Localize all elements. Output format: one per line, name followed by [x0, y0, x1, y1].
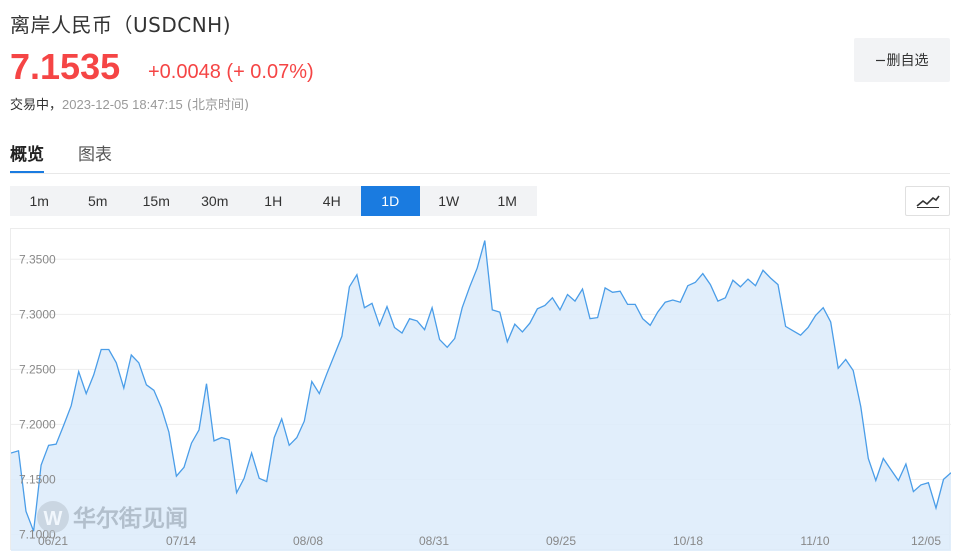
y-tick-label: 7.2500	[19, 362, 56, 376]
chart-type-button[interactable]	[905, 186, 950, 216]
period-1h[interactable]: 1H	[244, 186, 303, 216]
remove-from-watchlist-button[interactable]: 删自选	[854, 38, 950, 82]
line-chart-icon	[915, 195, 940, 208]
current-price: 7.1535	[10, 46, 121, 87]
tab-chart[interactable]: 图表	[78, 140, 112, 174]
period-5m[interactable]: 5m	[69, 186, 128, 216]
period-1w[interactable]: 1W	[420, 186, 479, 216]
y-tick-label: 7.3000	[19, 307, 56, 321]
period-1d[interactable]: 1D	[361, 186, 420, 216]
tab-overview[interactable]: 概览	[10, 140, 44, 174]
x-tick-label: 12/05	[911, 534, 941, 548]
remove-from-watchlist-label: 删自选	[886, 53, 929, 69]
trading-status: 交易中，	[10, 98, 63, 113]
y-tick-label: 7.3500	[19, 252, 56, 266]
timezone-label: (北京时间)	[186, 98, 250, 113]
x-tick-label: 11/10	[800, 534, 829, 548]
period-30m[interactable]: 30m	[186, 186, 245, 216]
x-tick-label: 07/14	[166, 534, 196, 548]
watermark-text: 华尔街见闻	[73, 505, 188, 532]
trading-status-row: 交易中，2023-12-05 18:47:15 (北京时间)	[10, 94, 249, 113]
page-title: 离岸人民币（USDCNH)	[10, 13, 232, 37]
x-tick-label: 06/21	[38, 534, 68, 548]
x-tick-label: 09/25	[546, 534, 576, 548]
x-tick-label: 10/18	[673, 534, 703, 548]
tabs-divider	[10, 173, 950, 174]
period-4h[interactable]: 4H	[303, 186, 362, 216]
x-tick-label: 08/08	[293, 534, 323, 548]
minus-icon	[875, 59, 885, 61]
period-15m[interactable]: 15m	[127, 186, 186, 216]
price-change: +0.0048 (+ 0.07%)	[148, 61, 314, 83]
period-1mo[interactable]: 1M	[478, 186, 537, 216]
price-chart-panel: 7.1000 7.1500 7.2000 7.2500 7.3000 7.3500 06/…	[10, 228, 951, 551]
period-1m[interactable]: 1m	[10, 186, 69, 216]
x-tick-label: 08/31	[419, 534, 449, 548]
main-tabs: 概览 图表	[10, 140, 112, 174]
y-tick-label: 7.2000	[19, 417, 56, 431]
period-selector: 1m 5m 15m 30m 1H 4H 1D 1W 1M	[10, 186, 537, 216]
last-update-timestamp: 2023-12-05 18:47:15	[62, 97, 183, 112]
watermark: W 华尔街见闻	[37, 501, 188, 533]
y-tick-label: 7.1500	[19, 472, 56, 486]
price-chart[interactable]: 7.10007.15007.20007.25007.30007.3500 06/…	[11, 229, 951, 551]
wallstreetcn-logo-glyph: W	[44, 508, 63, 530]
